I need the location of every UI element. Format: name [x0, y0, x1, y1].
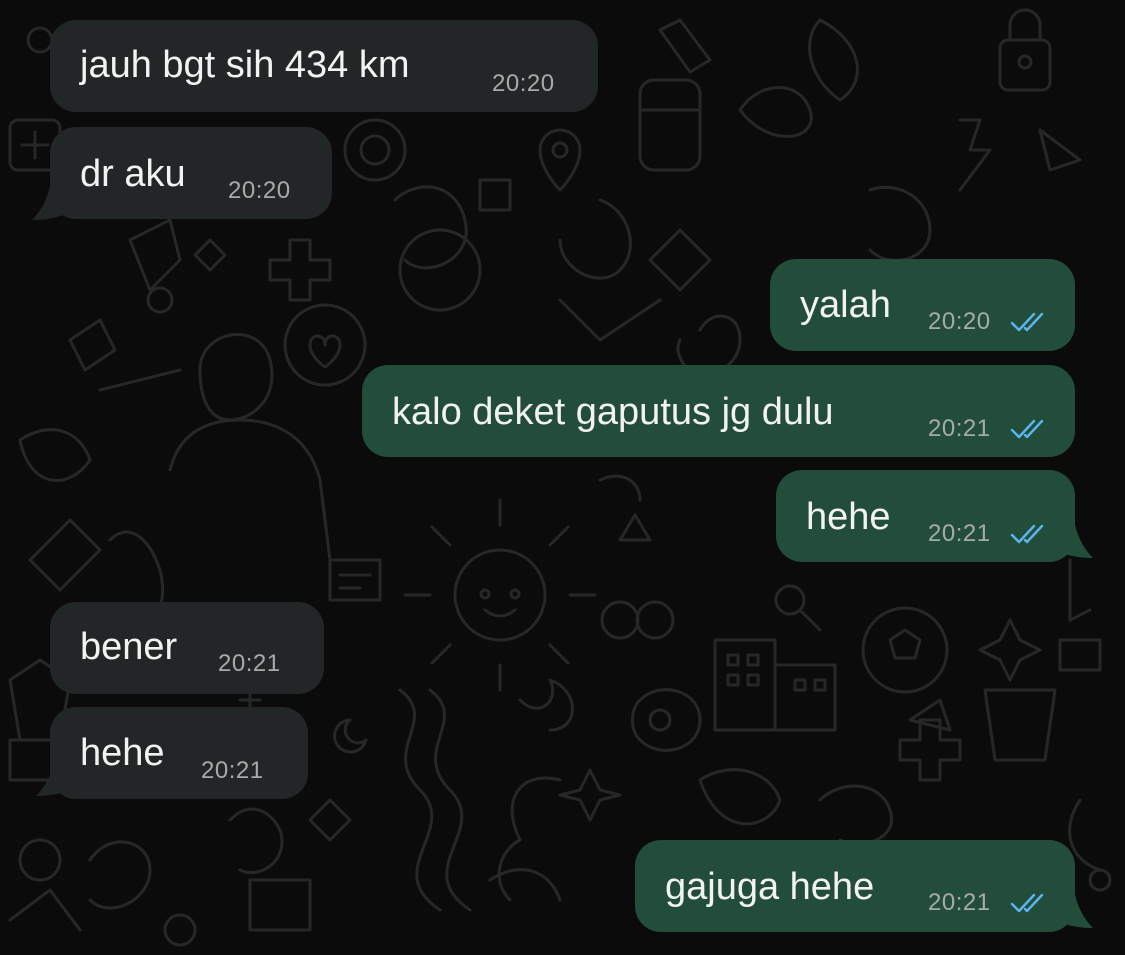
- message-text: dr aku: [80, 153, 186, 195]
- message-timestamp: 20:20: [228, 177, 291, 204]
- message-text: hehe: [806, 496, 891, 538]
- outgoing-message-bubble[interactable]: kalo deket gaputus jg dulu 20:21: [362, 365, 1075, 457]
- message-text: bener: [80, 626, 178, 668]
- message-timestamp: 20:21: [928, 889, 991, 916]
- message-timestamp: 20:20: [928, 308, 991, 335]
- read-double-check-icon: [1010, 524, 1044, 544]
- read-double-check-icon: [1010, 893, 1044, 913]
- message-timestamp: 20:20: [492, 70, 555, 97]
- message-text: gajuga hehe: [665, 866, 875, 908]
- read-double-check-icon: [1010, 312, 1044, 332]
- outgoing-message-bubble[interactable]: gajuga hehe 20:21: [635, 840, 1075, 932]
- incoming-message-bubble[interactable]: jauh bgt sih 434 km 20:20: [50, 20, 598, 112]
- message-text: yalah: [800, 284, 891, 326]
- message-text: kalo deket gaputus jg dulu: [392, 391, 834, 433]
- message-text: jauh bgt sih 434 km: [80, 44, 410, 86]
- outgoing-message-bubble[interactable]: yalah 20:20: [770, 259, 1075, 351]
- message-timestamp: 20:21: [928, 520, 991, 547]
- outgoing-message-bubble[interactable]: hehe 20:21: [776, 470, 1075, 562]
- message-text: hehe: [80, 732, 165, 774]
- read-double-check-icon: [1010, 419, 1044, 439]
- message-timestamp: 20:21: [201, 757, 264, 784]
- message-timestamp: 20:21: [218, 650, 281, 677]
- incoming-message-bubble[interactable]: bener 20:21: [50, 602, 324, 694]
- message-timestamp: 20:21: [928, 415, 991, 442]
- incoming-message-bubble[interactable]: dr aku 20:20: [50, 127, 332, 219]
- incoming-message-bubble[interactable]: hehe 20:21: [50, 707, 308, 799]
